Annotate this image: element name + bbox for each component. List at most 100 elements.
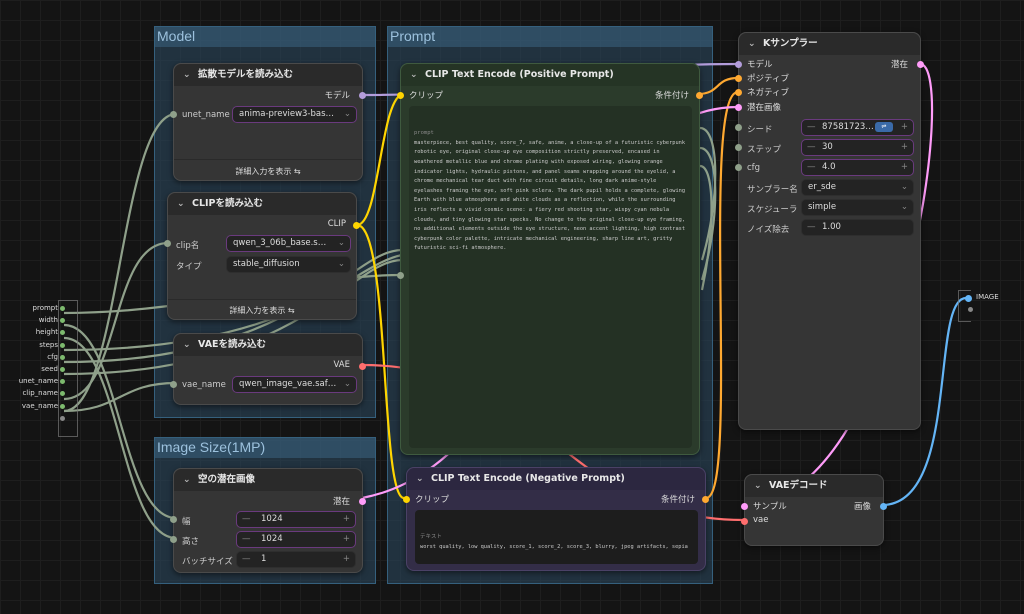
latent-height-stepper[interactable]: — 1024 + bbox=[236, 531, 356, 548]
latent-output-dot[interactable] bbox=[359, 498, 366, 505]
ks-scheduler-select[interactable]: simple ⌄ bbox=[801, 199, 914, 216]
pos-prompt-title[interactable]: ⌄ CLIP Text Encode (Positive Prompt) bbox=[401, 64, 699, 86]
pos-prompt-textarea[interactable]: prompt masterpiece, best quality, score_7… bbox=[409, 106, 692, 448]
neg-prompt-textarea[interactable]: テキスト worst quality, low quality, score_1,… bbox=[415, 510, 698, 564]
graph-input-seed-dot[interactable] bbox=[60, 367, 65, 372]
unet-node-title[interactable]: ⌄ 拡散モデルを読み込む bbox=[174, 64, 362, 86]
chevron-down-icon[interactable]: ⌄ bbox=[177, 193, 185, 215]
node-positive-prompt[interactable]: ⌄ CLIP Text Encode (Positive Prompt) クリップ… bbox=[397, 63, 703, 455]
unet-node-title-text: 拡散モデルを読み込む bbox=[198, 69, 294, 80]
graph-input-steps-dot[interactable] bbox=[60, 342, 65, 348]
ks-input-latent-dot[interactable] bbox=[735, 104, 742, 111]
pos-clip-input-dot[interactable] bbox=[397, 92, 404, 99]
chevron-down-icon[interactable]: ⌄ bbox=[748, 33, 756, 55]
plus-icon[interactable]: + bbox=[901, 160, 908, 175]
group-image-size-title[interactable]: Image Size(1MP) bbox=[155, 438, 375, 458]
randomize-toggle-icon[interactable]: ⇌ bbox=[875, 122, 893, 132]
unet-name-select[interactable]: anima-preview3-bas… ⌄ bbox=[232, 106, 357, 123]
vae-decode-title-text: VAEデコード bbox=[769, 480, 828, 491]
vae-widget-input-dot[interactable] bbox=[170, 381, 177, 388]
ks-seed-stepper[interactable]: — 87581723… ⇌ + bbox=[801, 119, 914, 136]
chevron-down-icon[interactable]: ⌄ bbox=[183, 64, 191, 86]
graph-input-seed-label: seed bbox=[41, 365, 58, 373]
plus-icon[interactable]: + bbox=[901, 120, 908, 135]
vd-samples-input-dot[interactable] bbox=[741, 503, 748, 510]
latent-width-stepper[interactable]: — 1024 + bbox=[236, 511, 356, 528]
minus-icon[interactable]: — bbox=[807, 140, 816, 155]
latent-width-input-dot[interactable] bbox=[170, 516, 177, 523]
graph-input-empty-dot[interactable] bbox=[60, 415, 65, 421]
ks-cfg-input-dot[interactable] bbox=[735, 164, 742, 171]
ks-input-positive-dot[interactable] bbox=[735, 75, 742, 82]
graph-input-prompt-dot[interactable] bbox=[60, 306, 65, 311]
graph-output-image-dot[interactable] bbox=[965, 295, 972, 302]
clip-output-dot[interactable] bbox=[353, 222, 360, 229]
unet-widget-input-dot[interactable] bbox=[170, 111, 177, 118]
graph-input-cfg-dot[interactable] bbox=[60, 354, 65, 360]
ks-input-positive-label: ポジティブ bbox=[747, 74, 789, 84]
minus-icon[interactable]: — bbox=[242, 532, 251, 547]
ks-input-negative-dot[interactable] bbox=[735, 89, 742, 96]
unet-output-model-dot[interactable] bbox=[359, 92, 366, 99]
ksampler-title-text: Kサンプラー bbox=[763, 38, 818, 49]
node-clip-loader[interactable]: ⌄ CLIPを読み込む CLIP clip名 qwen_3_06b_base.s…… bbox=[164, 192, 360, 320]
minus-icon[interactable]: — bbox=[242, 552, 251, 567]
graph-output-empty-dot[interactable] bbox=[968, 307, 973, 312]
vae-decode-title[interactable]: ⌄ VAEデコード bbox=[745, 475, 883, 497]
minus-icon[interactable]: — bbox=[242, 512, 251, 527]
minus-icon[interactable]: — bbox=[807, 120, 816, 135]
vae-output-dot[interactable] bbox=[359, 363, 366, 370]
ksampler-title[interactable]: ⌄ Kサンプラー bbox=[739, 33, 920, 55]
node-ksampler[interactable]: ⌄ Kサンプラー モデル ポジティブ ネガティブ 潜在画像 潜在 シード — 87… bbox=[735, 32, 924, 430]
show-advanced-button[interactable]: 詳細入力を表示 ⇆ bbox=[168, 305, 356, 316]
node-empty-latent[interactable]: ⌄ 空の潜在画像 潜在 幅 — 1024 + 高さ — 1024 + バッチサイズ… bbox=[170, 468, 366, 573]
minus-icon[interactable]: — bbox=[807, 220, 816, 235]
chevron-down-icon[interactable]: ⌄ bbox=[754, 475, 762, 497]
ks-sampler-select[interactable]: er_sde ⌄ bbox=[801, 179, 914, 196]
chevron-down-icon[interactable]: ⌄ bbox=[416, 468, 424, 490]
chevron-down-icon[interactable]: ⌄ bbox=[183, 334, 191, 356]
node-negative-prompt[interactable]: ⌄ CLIP Text Encode (Negative Prompt) クリップ… bbox=[403, 467, 709, 571]
ks-denoise-slider[interactable]: — 1.00 bbox=[801, 219, 914, 236]
latent-batch-stepper[interactable]: — 1 + bbox=[236, 551, 356, 568]
ks-sampler-label: サンプラー名 bbox=[747, 185, 798, 195]
neg-clip-input-dot[interactable] bbox=[403, 496, 410, 503]
pos-cond-output-dot[interactable] bbox=[696, 92, 703, 99]
chevron-down-icon[interactable]: ⌄ bbox=[183, 469, 191, 491]
node-unet-loader[interactable]: ⌄ 拡散モデルを読み込む モデル unet_name anima-preview3… bbox=[170, 63, 366, 181]
minus-icon[interactable]: — bbox=[807, 160, 816, 175]
graph-input-vae_name-dot[interactable] bbox=[60, 403, 65, 409]
group-prompt-title[interactable]: Prompt bbox=[388, 27, 712, 47]
neg-cond-output-dot[interactable] bbox=[702, 496, 709, 503]
latent-output-label: 潜在 bbox=[332, 497, 350, 507]
plus-icon[interactable]: + bbox=[901, 140, 908, 155]
node-vae-decode[interactable]: ⌄ VAEデコード サンプル vae 画像 bbox=[741, 474, 887, 546]
ks-steps-input-dot[interactable] bbox=[735, 144, 742, 151]
latent-height-input-dot[interactable] bbox=[170, 536, 177, 543]
vae-loader-title[interactable]: ⌄ VAEを読み込む bbox=[174, 334, 362, 356]
clip-name-select[interactable]: qwen_3_06b_base.s… ⌄ bbox=[226, 235, 351, 252]
node-vae-loader[interactable]: ⌄ VAEを読み込む VAE vae_name qwen_image_vae.sa… bbox=[170, 333, 366, 405]
latent-width-label: 幅 bbox=[182, 517, 191, 527]
latent-node-title[interactable]: ⌄ 空の潜在画像 bbox=[174, 469, 362, 491]
group-model-title[interactable]: Model bbox=[155, 27, 375, 47]
plus-icon[interactable]: + bbox=[343, 512, 350, 527]
chevron-down-icon: ⌄ bbox=[343, 109, 351, 119]
ks-output-latent-dot[interactable] bbox=[917, 61, 924, 68]
vd-vae-input-dot[interactable] bbox=[741, 518, 748, 525]
ks-cfg-stepper[interactable]: — 4.0 + bbox=[801, 159, 914, 176]
vae-name-select[interactable]: qwen_image_vae.saf… ⌄ bbox=[232, 376, 357, 393]
show-advanced-button[interactable]: 詳細入力を表示 ⇆ bbox=[174, 166, 362, 177]
plus-icon[interactable]: + bbox=[343, 552, 350, 567]
clip-type-select[interactable]: stable_diffusion ⌄ bbox=[226, 256, 351, 273]
chevron-down-icon[interactable]: ⌄ bbox=[410, 64, 418, 86]
ks-seed-input-dot[interactable] bbox=[735, 124, 742, 131]
pos-widget-input-dot[interactable] bbox=[397, 272, 404, 279]
neg-prompt-title[interactable]: ⌄ CLIP Text Encode (Negative Prompt) bbox=[407, 468, 705, 490]
vd-image-output-dot[interactable] bbox=[880, 503, 887, 510]
clip-widget-input-dot[interactable] bbox=[164, 240, 171, 247]
ks-input-model-dot[interactable] bbox=[735, 61, 742, 68]
ks-steps-stepper[interactable]: — 30 + bbox=[801, 139, 914, 156]
plus-icon[interactable]: + bbox=[343, 532, 350, 547]
clip-node-title[interactable]: ⌄ CLIPを読み込む bbox=[168, 193, 356, 215]
